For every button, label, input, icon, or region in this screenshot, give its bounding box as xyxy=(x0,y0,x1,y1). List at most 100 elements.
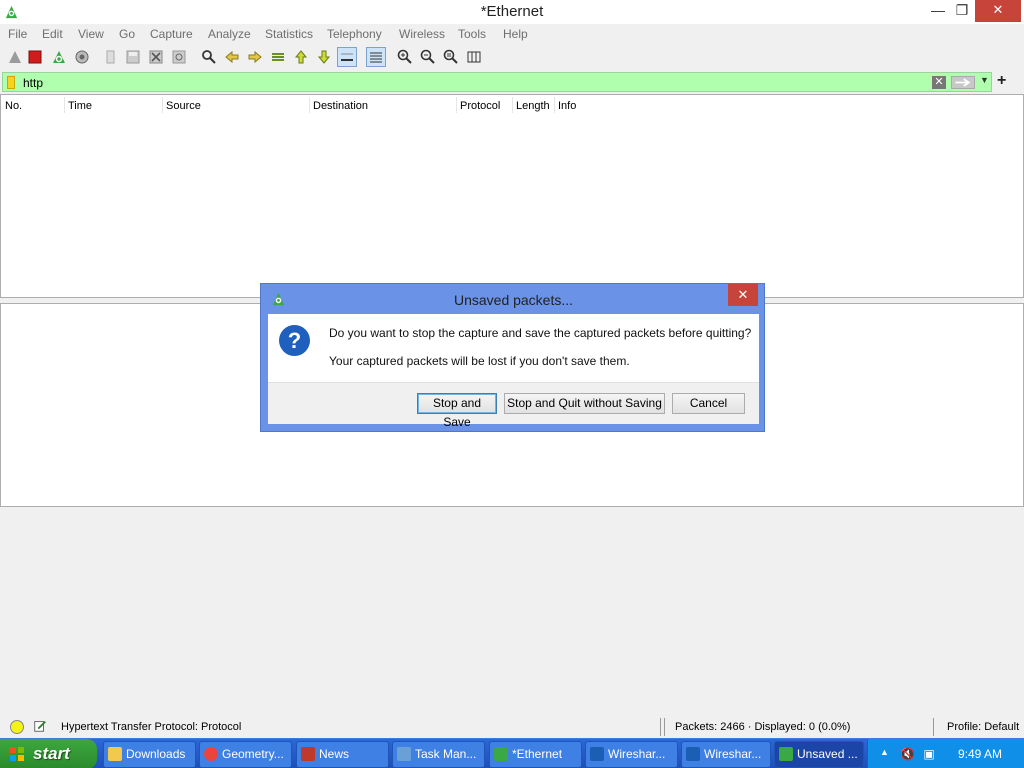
column-protocol[interactable]: Protocol xyxy=(460,100,500,112)
title-bar: *Ethernet — ❐ ✕ xyxy=(0,0,1024,24)
close-window-button[interactable]: ✕ xyxy=(975,0,1021,22)
taskbar-item-label: News xyxy=(319,747,350,761)
close-file-icon[interactable] xyxy=(146,47,166,67)
dialog-detail: Your captured packets will be lost if yo… xyxy=(329,354,630,368)
go-back-icon[interactable] xyxy=(222,47,242,67)
taskbar-item-label: Downloads xyxy=(126,747,186,761)
status-bar: Hypertext Transfer Protocol: Protocol Pa… xyxy=(0,716,1024,738)
reload-file-icon[interactable] xyxy=(169,47,189,67)
taskbar-item-label: Unsaved ... xyxy=(797,747,858,761)
menu-view[interactable]: View xyxy=(78,27,104,41)
normal-size-icon[interactable] xyxy=(441,47,461,67)
menu-analyze[interactable]: Analyze xyxy=(208,27,251,41)
zoom-in-icon[interactable] xyxy=(395,47,415,67)
taskbar-item-label: Task Man... xyxy=(415,747,477,761)
column-destination[interactable]: Destination xyxy=(313,100,368,112)
bookmark-icon[interactable] xyxy=(7,76,15,89)
last-packet-icon[interactable] xyxy=(314,47,334,67)
wireshark-fin-icon xyxy=(686,747,700,761)
stop-and-save-button[interactable]: Stop and Save xyxy=(417,393,497,429)
apply-filter-arrow-icon[interactable] xyxy=(951,76,975,89)
menu-bar: File Edit View Go Capture Analyze Statis… xyxy=(0,24,1024,44)
taskbar-item-task-manager[interactable]: Task Man... xyxy=(392,741,485,768)
taskbar-item-geometry[interactable]: Geometry... xyxy=(199,741,292,768)
stop-capture-icon[interactable] xyxy=(25,47,45,67)
network-icon[interactable]: ▣ xyxy=(922,747,936,761)
menu-edit[interactable]: Edit xyxy=(42,27,63,41)
task-manager-icon xyxy=(397,747,411,761)
packet-count-text: Packets: 2466 · Displayed: 0 (0.0%) xyxy=(675,721,851,733)
colorize-icon[interactable] xyxy=(366,47,386,67)
stop-and-quit-button[interactable]: Stop and Quit without Saving xyxy=(504,393,665,414)
menu-file[interactable]: File xyxy=(8,27,27,41)
zoom-out-icon[interactable] xyxy=(418,47,438,67)
go-forward-icon[interactable] xyxy=(245,47,265,67)
taskbar-item-wireshark-2[interactable]: Wireshar... xyxy=(681,741,771,768)
capture-options-icon[interactable] xyxy=(72,47,92,67)
status-separator xyxy=(660,718,661,736)
column-divider[interactable] xyxy=(456,97,457,113)
menu-wireless[interactable]: Wireless xyxy=(399,27,445,41)
capture-comment-icon[interactable] xyxy=(33,719,47,733)
clear-filter-icon[interactable]: ✕ xyxy=(932,76,946,89)
column-info[interactable]: Info xyxy=(558,100,576,112)
expert-info-icon[interactable] xyxy=(10,720,24,734)
menu-help[interactable]: Help xyxy=(503,27,528,41)
dialog-close-button[interactable]: ✕ xyxy=(728,284,758,306)
column-divider[interactable] xyxy=(64,97,65,113)
menu-tools[interactable]: Tools xyxy=(458,27,486,41)
start-button[interactable]: start xyxy=(0,739,97,768)
taskbar-item-ethernet[interactable]: *Ethernet xyxy=(489,741,582,768)
wireshark-icon xyxy=(494,747,508,761)
menu-statistics[interactable]: Statistics xyxy=(265,27,313,41)
question-icon: ? xyxy=(279,325,310,356)
add-filter-button[interactable]: + xyxy=(997,72,1006,90)
menu-telephony[interactable]: Telephony xyxy=(327,27,382,41)
start-capture-icon[interactable] xyxy=(5,47,25,67)
column-no[interactable]: No. xyxy=(5,100,22,112)
auto-scroll-icon[interactable] xyxy=(337,47,357,67)
chrome-icon xyxy=(204,747,218,761)
column-source[interactable]: Source xyxy=(166,100,201,112)
packet-list[interactable]: No. Time Source Destination Protocol Len… xyxy=(0,94,1024,298)
find-packet-icon[interactable] xyxy=(199,47,219,67)
taskbar-item-news[interactable]: News xyxy=(296,741,389,768)
taskbar-item-label: Wireshar... xyxy=(704,747,762,761)
menu-go[interactable]: Go xyxy=(119,27,135,41)
show-hidden-icons-icon[interactable]: ▲ xyxy=(880,747,889,757)
dialog-message: Do you want to stop the capture and save… xyxy=(329,326,752,340)
volume-muted-icon[interactable]: 🔇 xyxy=(900,747,915,761)
unsaved-packets-dialog: Unsaved packets... ✕ ? Do you want to st… xyxy=(260,283,765,432)
first-packet-icon[interactable] xyxy=(291,47,311,67)
clock[interactable]: 9:49 AM xyxy=(958,747,1002,761)
display-filter-input[interactable]: http ✕ ▼ xyxy=(2,72,992,92)
go-to-packet-icon[interactable] xyxy=(268,47,288,67)
column-time[interactable]: Time xyxy=(68,100,92,112)
resize-columns-icon[interactable] xyxy=(464,47,484,67)
profile-text[interactable]: Profile: Default xyxy=(947,721,1019,733)
column-divider[interactable] xyxy=(512,97,513,113)
filter-history-dropdown-icon[interactable]: ▼ xyxy=(980,75,989,85)
field-info-text: Hypertext Transfer Protocol: Protocol xyxy=(61,721,242,733)
taskbar-item-downloads[interactable]: Downloads xyxy=(103,741,196,768)
filter-text[interactable]: http xyxy=(23,76,43,90)
taskbar-item-wireshark-1[interactable]: Wireshar... xyxy=(585,741,678,768)
column-divider[interactable] xyxy=(309,97,310,113)
save-file-icon[interactable] xyxy=(123,47,143,67)
column-divider[interactable] xyxy=(554,97,555,113)
taskbar-item-label: Wireshar... xyxy=(608,747,666,761)
taskbar-item-label: Geometry... xyxy=(222,747,284,761)
taskbar-item-unsaved[interactable]: Unsaved ... xyxy=(774,741,864,768)
windows-flag-icon xyxy=(10,747,24,761)
column-length[interactable]: Length xyxy=(516,100,550,112)
restore-button[interactable]: ❐ xyxy=(948,0,976,22)
news-icon xyxy=(301,747,315,761)
column-divider[interactable] xyxy=(162,97,163,113)
open-file-icon[interactable] xyxy=(100,47,120,67)
start-label: start xyxy=(33,744,70,763)
status-separator xyxy=(933,718,934,736)
dialog-title: Unsaved packets... xyxy=(453,292,574,308)
restart-capture-icon[interactable] xyxy=(49,47,69,67)
cancel-button[interactable]: Cancel xyxy=(672,393,745,414)
menu-capture[interactable]: Capture xyxy=(150,27,193,41)
